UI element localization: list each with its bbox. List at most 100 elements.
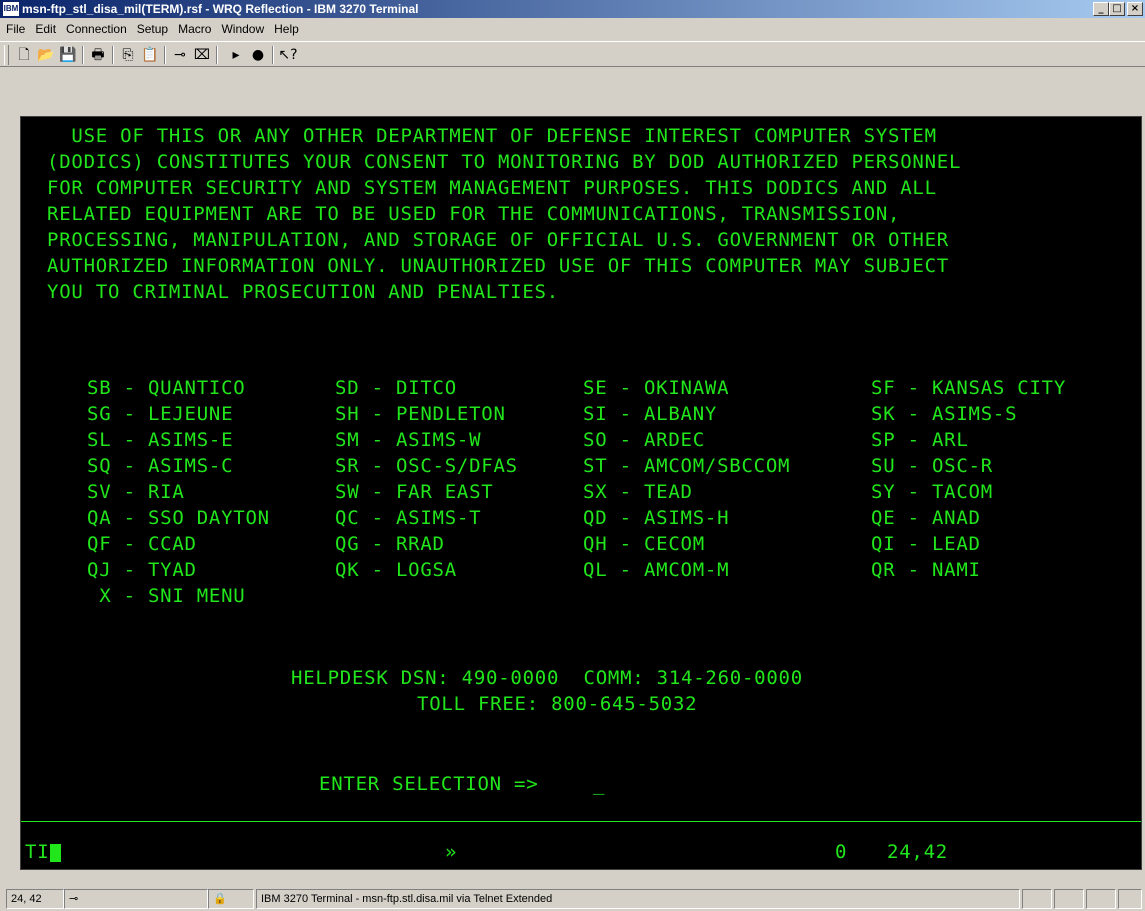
menu-option: SP - ARL [871,429,969,451]
open-icon[interactable]: 📂 [36,45,56,65]
operator-info-area: TI » 0 24,42 [21,841,1141,867]
menu-option: SQ - ASIMS-C [87,455,234,477]
context-help-icon[interactable]: ↖? [278,45,298,65]
status-pane [1086,889,1116,909]
close-button[interactable]: × [1127,2,1143,16]
disconnect-icon[interactable]: ⌧ [192,45,212,65]
menu-bar: File Edit Connection Setup Macro Window Help [0,19,1145,39]
toll-free-info: TOLL FREE: 800-645-5032 [417,693,698,715]
banner-line: RELATED EQUIPMENT ARE TO BE USED FOR THE… [47,203,901,225]
menu-option: QH - CECOM [583,533,705,555]
banner-line: YOU TO CRIMINAL PROSECUTION AND PENALTIE… [47,281,559,303]
toolbar-separator [164,46,166,64]
maximize-button[interactable]: □ [1109,2,1125,16]
oia-label: TI [25,841,50,863]
menu-file[interactable]: File [0,19,30,39]
oia-cursor-position: 24,42 [887,841,948,863]
menu-option: QC - ASIMS-T [335,507,482,529]
play-macro-icon[interactable]: ▸ [226,45,246,65]
title-bar: IBM msn-ftp_stl_disa_mil(TERM).rsf - WRQ… [0,0,1145,18]
menu-option: QL - AMCOM-M [583,559,730,581]
size-grip[interactable] [1118,889,1142,909]
connection-icon: ⊸ [64,889,208,909]
status-bar: 24, 42 ⊸ 🔒 IBM 3270 Terminal - msn-ftp.s… [0,886,1145,911]
menu-option: QK - LOGSA [335,559,457,581]
menu-option: SL - ASIMS-E [87,429,234,451]
toolbar-grip[interactable] [4,45,9,65]
menu-help[interactable]: Help [269,19,304,39]
menu-option: QG - RRAD [335,533,445,555]
menu-option: QI - LEAD [871,533,981,555]
menu-row: X - SNI MENU [21,585,1141,611]
toolbar: 🗋 📂 💾 🖶 ⎘ 📋 ⊸ ⌧ ▸ ● ↖? [0,41,1145,67]
menu-option: SW - FAR EAST [335,481,494,503]
menu-option: SI - ALBANY [583,403,718,425]
lock-icon: 🔒 [208,889,254,909]
menu-option: SH - PENDLETON [335,403,506,425]
save-icon[interactable]: 💾 [58,45,78,65]
menu-option: QR - NAMI [871,559,981,581]
paste-icon[interactable]: 📋 [140,45,160,65]
banner-line: USE OF THIS OR ANY OTHER DEPARTMENT OF D… [47,125,937,147]
menu-macro[interactable]: Macro [173,19,216,39]
terminal-screen[interactable]: USE OF THIS OR ANY OTHER DEPARTMENT OF D… [20,116,1142,870]
window-title: msn-ftp_stl_disa_mil(TERM).rsf - WRQ Ref… [22,2,419,16]
menu-row: QF - CCAD QG - RRAD QH - CECOM QI - LEAD [21,533,1141,559]
menu-option: SO - ARDEC [583,429,705,451]
print-icon[interactable]: 🖶 [88,45,108,65]
toolbar-separator [216,46,218,64]
sni-menu-option: X - SNI MENU [87,585,246,607]
menu-row: SV - RIA SW - FAR EAST SX - TEAD SY - TA… [21,481,1141,507]
oia-separator [21,821,1141,822]
helpdesk-info: HELPDESK DSN: 490-0000 COMM: 314-260-000… [291,667,803,689]
status-cursor-position: 24, 42 [6,889,64,909]
banner-line: AUTHORIZED INFORMATION ONLY. UNAUTHORIZE… [47,255,949,277]
menu-option: SU - OSC-R [871,455,993,477]
status-pane [1054,889,1084,909]
menu-option: SE - OKINAWA [583,377,730,399]
menu-edit[interactable]: Edit [30,19,61,39]
menu-connection[interactable]: Connection [61,19,132,39]
banner-line: FOR COMPUTER SECURITY AND SYSTEM MANAGEM… [47,177,937,199]
menu-option: QJ - TYAD [87,559,197,581]
menu-window[interactable]: Window [216,19,269,39]
menu-option: ST - AMCOM/SBCCOM [583,455,791,477]
menu-row: QA - SSO DAYTON QC - ASIMS-T QD - ASIMS-… [21,507,1141,533]
record-macro-icon[interactable]: ● [248,45,268,65]
menu-option: SR - OSC-S/DFAS [335,455,518,477]
oia-count: 0 [835,841,848,863]
cursor-block [50,843,62,862]
selection-prompt: ENTER SELECTION => [319,773,539,795]
menu-option: SF - KANSAS CITY [871,377,1067,399]
menu-option: QE - ANAD [871,507,981,529]
menu-option: SB - QUANTICO [87,377,246,399]
toolbar-separator [272,46,274,64]
menu-row: SQ - ASIMS-C SR - OSC-S/DFAS ST - AMCOM/… [21,455,1141,481]
minimize-button[interactable]: _ [1093,2,1109,16]
menu-option: QD - ASIMS-H [583,507,730,529]
terminal-content: USE OF THIS OR ANY OTHER DEPARTMENT OF D… [21,117,1141,869]
banner-line: PROCESSING, MANIPULATION, AND STORAGE OF… [47,229,949,251]
menu-option: SG - LEJEUNE [87,403,234,425]
oia-insert-indicator: » [445,841,458,863]
status-pane [1022,889,1052,909]
menu-row: SB - QUANTICO SD - DITCO SE - OKINAWA SF… [21,377,1141,403]
menu-row: SL - ASIMS-E SM - ASIMS-W SO - ARDEC SP … [21,429,1141,455]
app-icon[interactable]: IBM [3,2,19,16]
connect-icon[interactable]: ⊸ [170,45,190,65]
new-icon[interactable]: 🗋 [14,45,34,65]
menu-option: SM - ASIMS-W [335,429,482,451]
toolbar-separator [112,46,114,64]
menu-option: QA - SSO DAYTON [87,507,270,529]
copy-icon[interactable]: ⎘ [118,45,138,65]
menu-option: SX - TEAD [583,481,693,503]
menu-row: SG - LEJEUNE SH - PENDLETON SI - ALBANY … [21,403,1141,429]
toolbar-separator [82,46,84,64]
selection-input[interactable]: _ [593,773,605,795]
menu-option: SK - ASIMS-S [871,403,1018,425]
menu-setup[interactable]: Setup [132,19,173,39]
menu-option: SV - RIA [87,481,185,503]
window-controls: _ □ × [1093,2,1143,16]
status-description: IBM 3270 Terminal - msn-ftp.stl.disa.mil… [256,889,1020,909]
menu-row: QJ - TYAD QK - LOGSA QL - AMCOM-M QR - N… [21,559,1141,585]
